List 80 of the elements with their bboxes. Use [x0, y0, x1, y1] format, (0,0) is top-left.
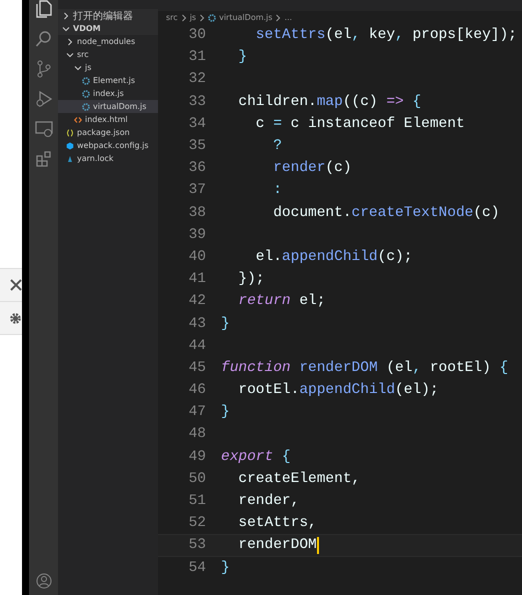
- code-line: renderDOM: [237, 537, 317, 554]
- close-icon[interactable]: [10, 279, 22, 291]
- files-icon[interactable]: [34, 0, 52, 18]
- code-line: function renderDOM (el, rootEl) {: [221, 360, 508, 376]
- branch-icon[interactable]: [34, 60, 52, 78]
- line-number: 53: [188, 537, 206, 554]
- code-line: render,: [237, 493, 300, 510]
- line-number: 34: [188, 116, 206, 132]
- file-tree-item[interactable]: js: [58, 61, 158, 74]
- monitor-icon[interactable]: [34, 120, 52, 138]
- file-tree-item[interactable]: yarn.lock: [58, 152, 158, 165]
- code-line: }: [237, 49, 248, 66]
- line-number: 32: [188, 71, 206, 88]
- line-number: 33: [188, 94, 206, 110]
- line-number: 45: [188, 360, 206, 376]
- line-number: 46: [188, 382, 206, 398]
- code-line: el.appendChild(c);: [254, 248, 412, 265]
- angle-brackets-icon: [74, 116, 82, 124]
- code-line: children.map((c) => {: [237, 94, 422, 110]
- file-tree-item[interactable]: index.html: [58, 113, 158, 126]
- line-number: 38: [188, 204, 206, 221]
- chevron-icon: [199, 14, 206, 22]
- line-number: 50: [188, 470, 206, 487]
- line-number: 44: [188, 338, 206, 354]
- code-line: setAttrs(el, key, props[key]);: [254, 27, 517, 44]
- line-number: 39: [188, 226, 206, 243]
- code-line: }: [221, 316, 230, 332]
- line-number: 52: [188, 515, 206, 532]
- code-line: }: [221, 404, 230, 420]
- code-line: setAttrs,: [237, 515, 317, 532]
- code-line: });: [237, 271, 265, 288]
- file-tree-item[interactable]: webpack.config.js: [58, 139, 158, 152]
- code-line: render(c): [272, 160, 352, 176]
- breadcrumb-item[interactable]: js: [190, 13, 196, 22]
- settings-icon[interactable]: [9, 312, 22, 324]
- lock-file-icon: [66, 154, 74, 162]
- code-line: }: [221, 560, 230, 576]
- extensions-icon[interactable]: [34, 150, 52, 168]
- line-number: 31: [188, 49, 206, 66]
- line-number: 37: [188, 182, 206, 198]
- file-tree-item[interactable]: Element.js: [58, 74, 158, 87]
- code-line: document.createTextNode(c): [272, 204, 500, 221]
- line-number: 49: [188, 448, 206, 465]
- code-line: :: [272, 182, 282, 198]
- search-icon[interactable]: [34, 30, 52, 48]
- line-number: 47: [188, 404, 206, 420]
- code-line: c = c instanceof Element: [254, 116, 465, 132]
- explorer-section[interactable]: VDOM: [58, 22, 158, 35]
- line-number: 30: [188, 27, 206, 44]
- breadcrumb-item[interactable]: virtualDom.js: [219, 13, 272, 22]
- braces-icon: [66, 128, 74, 136]
- line-number: 41: [188, 271, 206, 288]
- file-tree-item[interactable]: src: [58, 48, 158, 61]
- chevron-icon: [275, 14, 282, 22]
- file-tree-item[interactable]: virtualDom.js: [58, 100, 158, 113]
- gear-icon: [208, 14, 216, 22]
- line-number: 42: [188, 293, 206, 310]
- explorer-section[interactable]: 打开的编辑器: [58, 9, 158, 22]
- line-number: 51: [188, 493, 206, 510]
- line-number: 43: [188, 316, 206, 332]
- line-number: 40: [188, 248, 206, 265]
- file-tree-item[interactable]: node_modules: [58, 35, 158, 48]
- line-number: 48: [188, 426, 206, 442]
- text-cursor: [316, 536, 319, 554]
- cube-icon: [66, 142, 74, 150]
- code-line: ?: [272, 138, 282, 154]
- line-number: 35: [188, 138, 206, 154]
- code-line: createElement,: [237, 470, 360, 487]
- run-debug-icon[interactable]: [34, 90, 52, 108]
- line-number: 36: [188, 160, 206, 176]
- file-tree-item[interactable]: index.js: [58, 87, 158, 100]
- file-tree-item[interactable]: package.json: [58, 126, 158, 139]
- line-number: 54: [188, 560, 206, 576]
- chevron-icon: [180, 14, 187, 22]
- code-line: return el;: [237, 293, 326, 310]
- code-line: rootEl.appendChild(el);: [237, 382, 439, 398]
- breadcrumb-item[interactable]: ...: [284, 13, 292, 22]
- account-icon[interactable]: [36, 573, 52, 589]
- breadcrumb-item[interactable]: src: [166, 13, 178, 22]
- code-line: export {: [221, 448, 291, 465]
